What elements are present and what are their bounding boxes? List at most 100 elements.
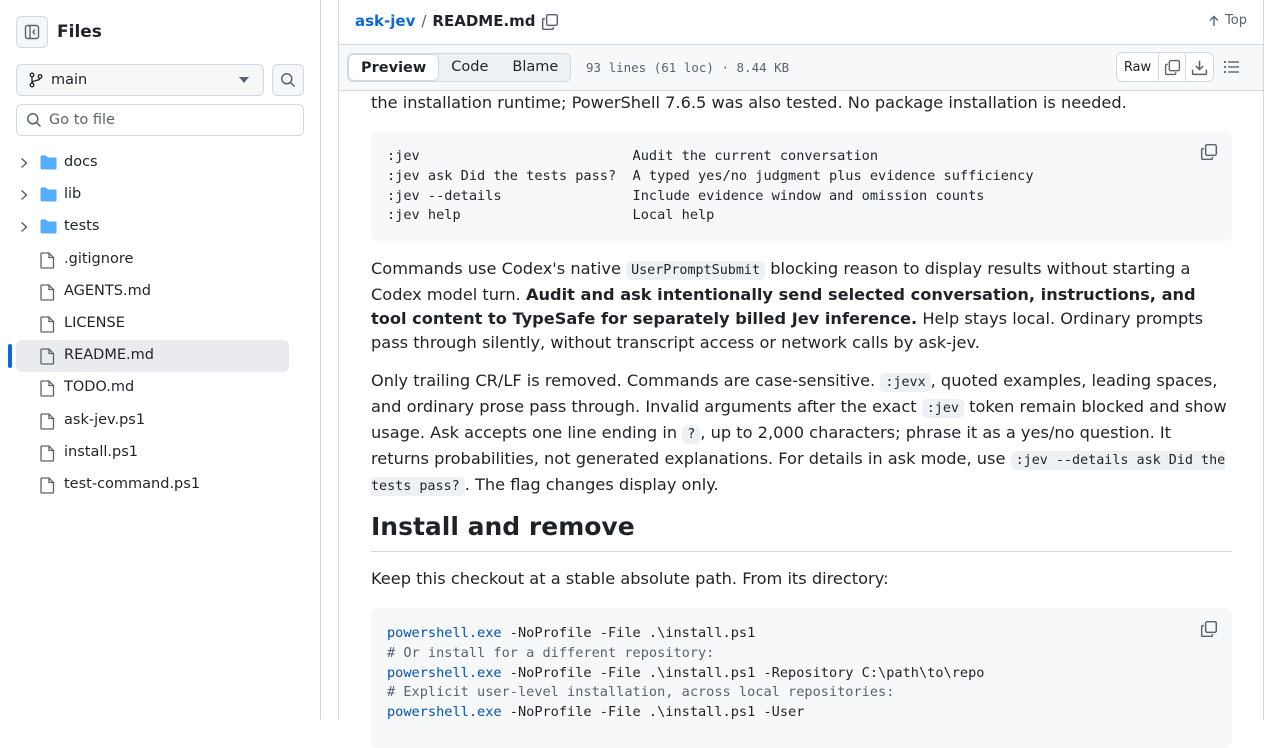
parsing-paragraph: Only trailing CR/LF is removed. Commands… [371,369,1232,499]
code-comment: # Or install for a different repository: [387,644,715,661]
tree-file-test-command-ps1[interactable]: test-command.ps1 [0,469,321,501]
code-command: powershell.exe [387,704,502,721]
code-line: :jev ask Did the tests pass? A typed yes… [387,167,1034,184]
tree-folder-lib[interactable]: lib [0,179,321,211]
tab-preview[interactable]: Preview [348,54,440,81]
top-label: Top [1225,13,1247,28]
tree-folder-tests[interactable]: tests [0,211,321,243]
code-command: powershell.exe [387,664,502,681]
copy-icon [1200,143,1218,161]
code-line: :jev --details Include evidence window a… [387,187,985,204]
search-icon [281,73,296,88]
file-view: ask-jev / README.md Top Preview Code Blame… [338,0,1264,748]
file-icon [40,380,55,397]
file-icon [40,477,55,494]
sidebar-collapse-icon [24,24,40,40]
tree-file-license[interactable]: LICENSE [0,308,321,340]
selected-row-indicator [8,344,12,369]
chevron-right-icon[interactable] [18,156,30,170]
search-files-button[interactable] [272,64,304,96]
go-to-file-input[interactable]: Go to file [16,104,304,136]
raw-button[interactable]: Raw [1117,53,1159,81]
back-to-top-button[interactable]: Top [1208,13,1247,28]
install-paragraph: Keep this checkout at a stable absolute … [371,569,889,588]
code-line: # Explicit user-level installation, acro… [387,683,1216,703]
intro-paragraph: the installation runtime; PowerShell 7.6… [371,93,1127,112]
tree-file-gitignore[interactable]: .gitignore [0,244,321,276]
sidebar-title: Files [57,22,102,42]
p2-text-a: Only trailing CR/LF is removed. Commands… [371,371,881,390]
file-icon [40,251,55,269]
tree-file-todo-md[interactable]: TODO.md [0,372,321,404]
file-toolbar: Preview Code Blame 93 lines (61 loc) · 8… [339,45,1263,91]
collapse-sidebar-button[interactable] [16,16,48,48]
tree-item-label: README.md [64,347,154,364]
commands-code-block: :jev Audit the current conversation :jev … [371,131,1232,241]
install-heading: Install and remove [371,511,1232,552]
inline-code: :jev [921,399,964,418]
code-line: powershell.exe -NoProfile -File .\instal… [387,664,1216,684]
file-icon [40,445,55,462]
code-arguments: -NoProfile -File .\install.ps1 -Reposito… [501,664,985,681]
file-icon [40,412,55,430]
tree-folder-docs[interactable]: docs [0,147,321,179]
code-line: :jev help Local help [387,207,715,224]
arrow-up-icon [1209,15,1219,26]
go-to-file-placeholder: Go to file [49,112,115,128]
file-header: ask-jev / README.md Top [339,0,1263,45]
install-code-block: powershell.exe -NoProfile -File .\instal… [371,608,1232,748]
breadcrumb: ask-jev / README.md [355,12,536,30]
copy-icon [541,13,559,31]
inline-code: UserPromptSubmit [626,261,766,280]
breadcrumb-file-name: README.md [432,12,536,30]
sidebar-header: Files [16,16,102,48]
file-icon [40,284,55,301]
copy-path-button[interactable] [541,13,559,35]
branch-name: main [51,72,88,88]
file-icon [40,348,55,365]
git-branch-icon [29,72,43,88]
tree-item-label: test-command.ps1 [64,475,201,492]
folder-icon [40,187,57,202]
code-arguments: -NoProfile -File .\install.ps1 [501,625,756,641]
install-code: powershell.exe -NoProfile -File .\instal… [387,624,1216,723]
code-arguments: -NoProfile -File .\install.ps1 -User [501,704,805,721]
file-meta: 93 lines (61 loc) · 8.44 KB [586,60,790,75]
download-button[interactable] [1186,53,1213,81]
folder-icon [40,219,57,234]
tree-file-readme-md[interactable]: README.md [0,340,321,373]
tree-item-label: TODO.md [64,379,135,396]
code-line: :jev Audit the current conversation [387,148,879,164]
tree-file-agents-md[interactable]: AGENTS.md [0,276,321,308]
copy-code-button[interactable] [1200,620,1218,645]
commands-paragraph: Commands use Codex's native UserPromptSu… [371,257,1232,355]
tab-blame[interactable]: Blame [500,54,570,81]
code-command: powershell.exe [387,625,502,641]
code-line: powershell.exe -NoProfile -File .\instal… [387,703,1216,723]
tree-file-install-ps1[interactable]: install.ps1 [0,437,321,469]
tree-item-label: install.ps1 [64,443,138,460]
p1-text-a: Commands use Codex's native [371,259,627,278]
search-icon [27,113,42,128]
p2-text-e: . The flag changes display only. [464,475,719,494]
code-comment: # Explicit user-level installation, acro… [387,684,895,701]
tab-code[interactable]: Code [439,54,500,81]
inline-code: ? [682,425,701,444]
tree-item-label: ask-jev.ps1 [64,411,146,428]
breadcrumb-repo-link[interactable]: ask-jev [355,12,415,30]
chevron-right-icon[interactable] [18,188,30,202]
file-tree-sidebar: Files main Go to file docs lib tests .gitig… [0,0,321,720]
tree-file-ask-jev-ps1[interactable]: ask-jev.ps1 [0,405,321,437]
file-actions: Raw [1116,52,1214,82]
tree-item-label: LICENSE [64,314,125,331]
copy-raw-button[interactable] [1159,53,1186,81]
copy-code-button[interactable] [1200,143,1218,168]
file-icon [40,316,55,333]
branch-selector[interactable]: main [16,64,264,96]
chevron-right-icon[interactable] [18,220,30,234]
code-line: # Or install for a different repository: [387,644,1216,664]
tree-item-label: lib [64,186,82,203]
outline-button[interactable] [1223,59,1241,79]
tree-item-label: tests [64,218,100,235]
caret-down-icon [239,77,249,83]
